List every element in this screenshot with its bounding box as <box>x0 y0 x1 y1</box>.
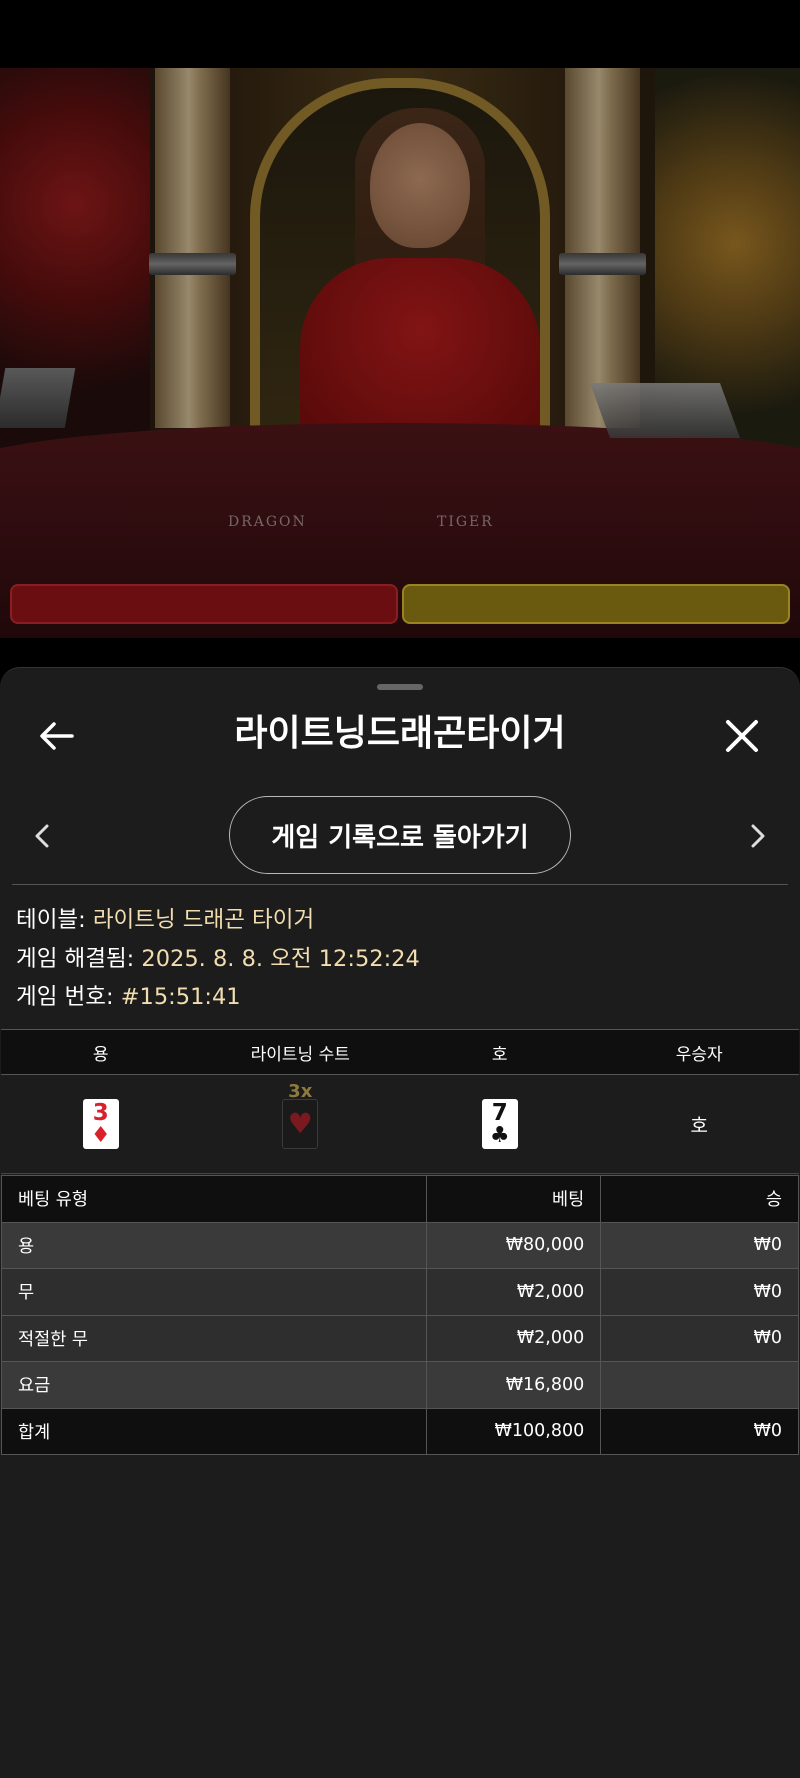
table-row: 무 ₩2,000 ₩0 <box>0 1268 799 1316</box>
bet-type: 적절한 무 <box>0 1314 428 1362</box>
sheet-drag-handle[interactable] <box>377 684 423 690</box>
total-label: 합계 <box>0 1407 428 1455</box>
back-to-history-button[interactable]: 게임 기록으로 돌아가기 <box>229 796 571 874</box>
chevron-left-icon <box>35 824 49 848</box>
game-number-value: #15:51:41 <box>120 984 241 1010</box>
bet-amount: ₩80,000 <box>426 1221 602 1269</box>
dragon-header: 용 <box>92 1044 109 1065</box>
bet-amount: ₩2,000 <box>426 1268 602 1316</box>
diamond-suit-icon: ♦ <box>90 1122 111 1148</box>
divider <box>12 884 788 885</box>
dragon-card: 3 ♦ <box>82 1099 119 1149</box>
close-icon <box>726 720 758 752</box>
bets-header-row: 베팅 유형 베팅 승 <box>0 1175 799 1223</box>
win-amount <box>600 1361 799 1409</box>
resolved-info-label: 게임 해결됨: <box>16 945 135 972</box>
tiger-result: 7 ♣ <box>400 1075 600 1173</box>
tiger-card: 7 ♣ <box>481 1099 518 1149</box>
dragon-bet-spot <box>10 584 398 624</box>
bet-type: 용 <box>0 1221 428 1269</box>
tiger-bet-spot <box>402 584 790 624</box>
card-rank: 3 <box>92 1099 109 1126</box>
resolved-info-row: 게임 해결됨: 2025. 8. 8. 오전 12:52:24 <box>16 940 420 979</box>
chevron-right-icon <box>751 824 765 848</box>
bets-table: 베팅 유형 베팅 승 용 ₩80,000 ₩0 무 ₩2,000 ₩0 적절한 … <box>0 1175 799 1455</box>
results-row: 3 ♦ 3x ♥ 7 ♣ 호 <box>1 1075 799 1174</box>
total-row: 합계 ₩100,800 ₩0 <box>0 1407 799 1455</box>
bet-amount-header: 베팅 <box>426 1175 602 1223</box>
close-button[interactable] <box>714 708 770 764</box>
tiger-header: 호 <box>491 1044 508 1065</box>
table-info-row: 테이블: 라이트닝 드래곤 타이거 <box>16 901 420 940</box>
results-header: 용 라이트닝 수트 호 우승자 <box>1 1029 799 1075</box>
dragon-result: 3 ♦ <box>1 1075 201 1173</box>
win-amount: ₩0 <box>600 1221 799 1269</box>
round-results: 용 라이트닝 수트 호 우승자 3 ♦ 3x ♥ 7 ♣ 호 <box>1 1029 799 1174</box>
bet-amount: ₩2,000 <box>426 1314 602 1362</box>
table-row: 용 ₩80,000 ₩0 <box>0 1221 799 1269</box>
game-info: 테이블: 라이트닝 드래곤 타이거 게임 해결됨: 2025. 8. 8. 오전… <box>16 901 420 1017</box>
table-info-label: 테이블: <box>16 907 86 933</box>
winner-header: 우승자 <box>675 1044 723 1065</box>
lightning-suit-header: 라이트닝 수트 <box>250 1044 350 1065</box>
game-number-row: 게임 번호: #15:51:41 <box>16 978 420 1017</box>
bet-type: 요금 <box>0 1361 428 1409</box>
card-rank: 7 <box>491 1099 508 1126</box>
club-suit-icon: ♣ <box>489 1122 510 1148</box>
previous-game-button[interactable] <box>20 814 64 858</box>
game-history-sheet: 라이트닝드래곤타이거 게임 기록으로 돌아가기 테이블: 라이트닝 드래곤 타이… <box>0 667 800 1778</box>
total-win: ₩0 <box>600 1407 799 1455</box>
bet-type-header: 베팅 유형 <box>0 1175 428 1223</box>
game-number-label: 게임 번호: <box>16 984 114 1010</box>
total-bet: ₩100,800 <box>426 1407 602 1455</box>
video-dim-overlay <box>0 68 800 638</box>
win-amount: ₩0 <box>600 1268 799 1316</box>
page-title: 라이트닝드래곤타이거 <box>234 713 566 754</box>
status-bar <box>0 0 800 68</box>
lightning-suit-result: 3x ♥ <box>201 1075 401 1173</box>
next-game-button[interactable] <box>736 814 780 858</box>
table-info-value: 라이트닝 드래곤 타이거 <box>92 907 315 933</box>
table-row: 적절한 무 ₩2,000 ₩0 <box>0 1314 799 1362</box>
table-row: 요금 ₩16,800 <box>0 1361 799 1409</box>
heart-suit-icon: ♥ <box>287 1107 313 1140</box>
resolved-info-value: 2025. 8. 8. 오전 12:52:24 <box>141 945 420 972</box>
win-amount-header: 승 <box>600 1175 799 1223</box>
winner-result: 호 <box>600 1075 800 1173</box>
live-video-stream: DRAGON TIGER <box>0 68 800 638</box>
lightning-suit-card: ♥ <box>282 1099 319 1149</box>
win-amount: ₩0 <box>600 1314 799 1362</box>
bet-type: 무 <box>0 1268 428 1316</box>
bet-amount: ₩16,800 <box>426 1361 602 1409</box>
winner-value: 호 <box>690 1114 708 1137</box>
lightning-multiplier: 3x <box>288 1081 313 1102</box>
